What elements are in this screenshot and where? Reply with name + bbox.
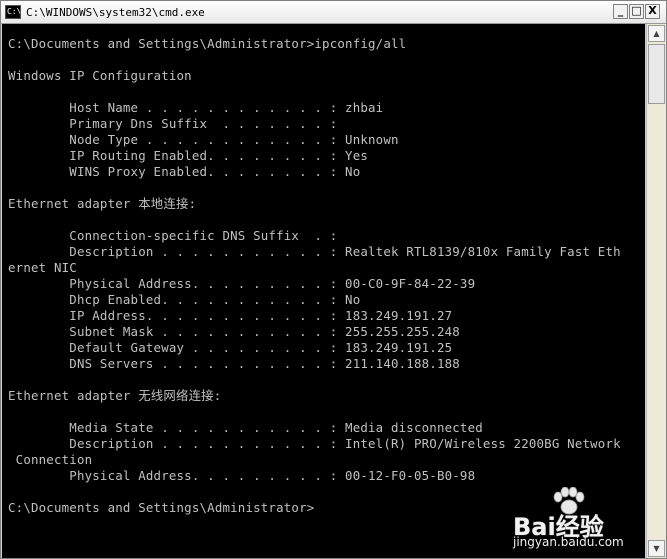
console-line: Description . . . . . . . . . . . : Inte… <box>8 436 621 451</box>
maximize-button[interactable]: □ <box>629 4 644 19</box>
console-line: Primary Dns Suffix . . . . . . . : <box>8 116 338 131</box>
scroll-up-icon[interactable]: ▲ <box>648 25 665 42</box>
console-line: IP Address. . . . . . . . . . . . : 183.… <box>8 308 453 323</box>
console-line: Host Name . . . . . . . . . . . . : zhba… <box>8 100 384 115</box>
console-line: Subnet Mask . . . . . . . . . . . : 255.… <box>8 324 460 339</box>
console-line: Description . . . . . . . . . . . : Real… <box>8 244 621 259</box>
window-controls: _ □ X <box>613 4 660 19</box>
console-line: Media State . . . . . . . . . . . : Medi… <box>8 420 483 435</box>
console-line: WINS Proxy Enabled. . . . . . . . : No <box>8 164 361 179</box>
console-line: Ethernet adapter 本地连接: <box>8 196 197 211</box>
console-line: Connection-specific DNS Suffix . : <box>8 228 338 243</box>
baidu-watermark: Bai经验 jingyan.baidu.com <box>507 485 657 555</box>
console-line: Connection <box>8 452 93 467</box>
title-bar[interactable]: C:\ C:\WINDOWS\system32\cmd.exe _ □ X <box>1 1 666 24</box>
console-line: Ethernet adapter 无线网络连接: <box>8 388 222 403</box>
close-button[interactable]: X <box>645 4 660 19</box>
console-line: C:\Documents and Settings\Administrator>… <box>8 36 407 51</box>
console-line: ernet NIC <box>8 260 77 275</box>
minimize-button[interactable]: _ <box>613 4 628 19</box>
console-line: DNS Servers . . . . . . . . . . . : 211.… <box>8 356 460 371</box>
cmd-icon[interactable]: C:\ <box>5 5 21 19</box>
console-line: Node Type . . . . . . . . . . . . : Unkn… <box>8 132 399 147</box>
console-prompt[interactable]: C:\Documents and Settings\Administrator> <box>8 500 314 516</box>
console-line: IP Routing Enabled. . . . . . . . : Yes <box>8 148 369 163</box>
console-line: Default Gateway . . . . . . . . . : 183.… <box>8 340 453 355</box>
console-output[interactable]: C:\Documents and Settings\Administrator>… <box>2 24 645 558</box>
cmd-window: C:\ C:\WINDOWS\system32\cmd.exe _ □ X C:… <box>0 0 667 559</box>
window-title: C:\WINDOWS\system32\cmd.exe <box>26 5 205 19</box>
console-line: Physical Address. . . . . . . . . : 00-C… <box>8 276 476 291</box>
console-line: Dhcp Enabled. . . . . . . . . . . : No <box>8 292 361 307</box>
watermark-url: jingyan.baidu.com <box>513 535 624 549</box>
scrollbar-thumb[interactable] <box>648 44 665 104</box>
console-line: Physical Address. . . . . . . . . : 00-1… <box>8 468 476 483</box>
console-line: Windows IP Configuration <box>8 68 192 83</box>
vertical-scrollbar[interactable]: ▲ ▼ <box>646 24 666 558</box>
